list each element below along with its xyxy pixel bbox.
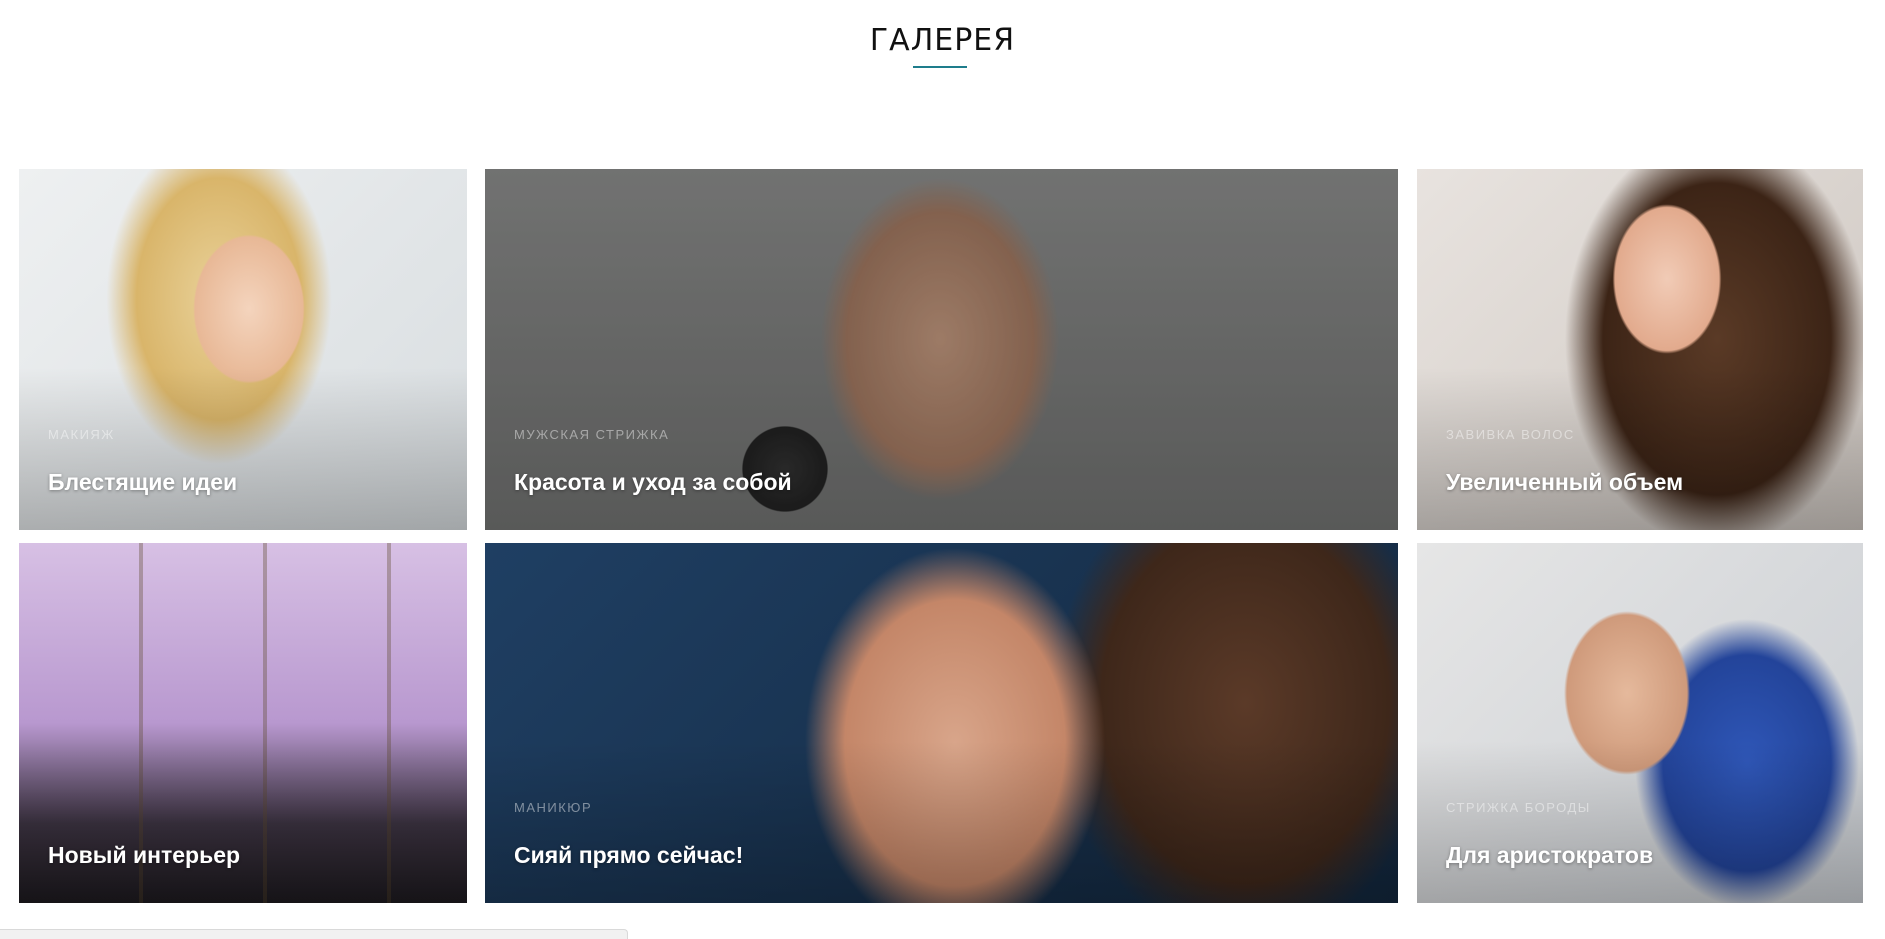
gallery-header: ГАЛЕРЕЯ: [0, 22, 1885, 68]
tile-title: Для аристократов: [1446, 842, 1654, 868]
tile-category: Стрижка бороды: [1446, 800, 1591, 815]
title-underline: [913, 66, 967, 68]
tile-title: Новый интерьер: [48, 842, 241, 868]
gallery-tile-beard-trim[interactable]: Стрижка бороды Для аристократов: [1417, 543, 1863, 903]
section-title: ГАЛЕРЕЯ: [869, 23, 1016, 58]
gallery-tile-manicure[interactable]: Маникюр Сияй прямо сейчас!: [485, 543, 1398, 903]
tile-title: Красота и уход за собой: [514, 469, 792, 495]
tile-title: Увеличенный объем: [1446, 469, 1684, 495]
tile-category: Завивка волос: [1446, 427, 1575, 442]
gallery-tile-mens-haircut[interactable]: Мужская стрижка Красота и уход за собой: [485, 169, 1398, 530]
tile-title: Сияй прямо сейчас!: [514, 842, 744, 868]
tile-category: Макияж: [48, 427, 115, 442]
browser-status-bar: [0, 929, 628, 939]
gallery-tile-interior[interactable]: Новый интерьер: [19, 543, 467, 903]
gallery-tile-makeup[interactable]: Макияж Блестящие идеи: [19, 169, 467, 530]
gallery-grid: Макияж Блестящие идеи Мужская стрижка Кр…: [19, 169, 1863, 903]
tile-category: Маникюр: [514, 800, 593, 815]
tile-category: Мужская стрижка: [514, 427, 670, 442]
gallery-tile-hair-curling[interactable]: Завивка волос Увеличенный объем: [1417, 169, 1863, 530]
tile-title: Блестящие идеи: [48, 469, 238, 495]
